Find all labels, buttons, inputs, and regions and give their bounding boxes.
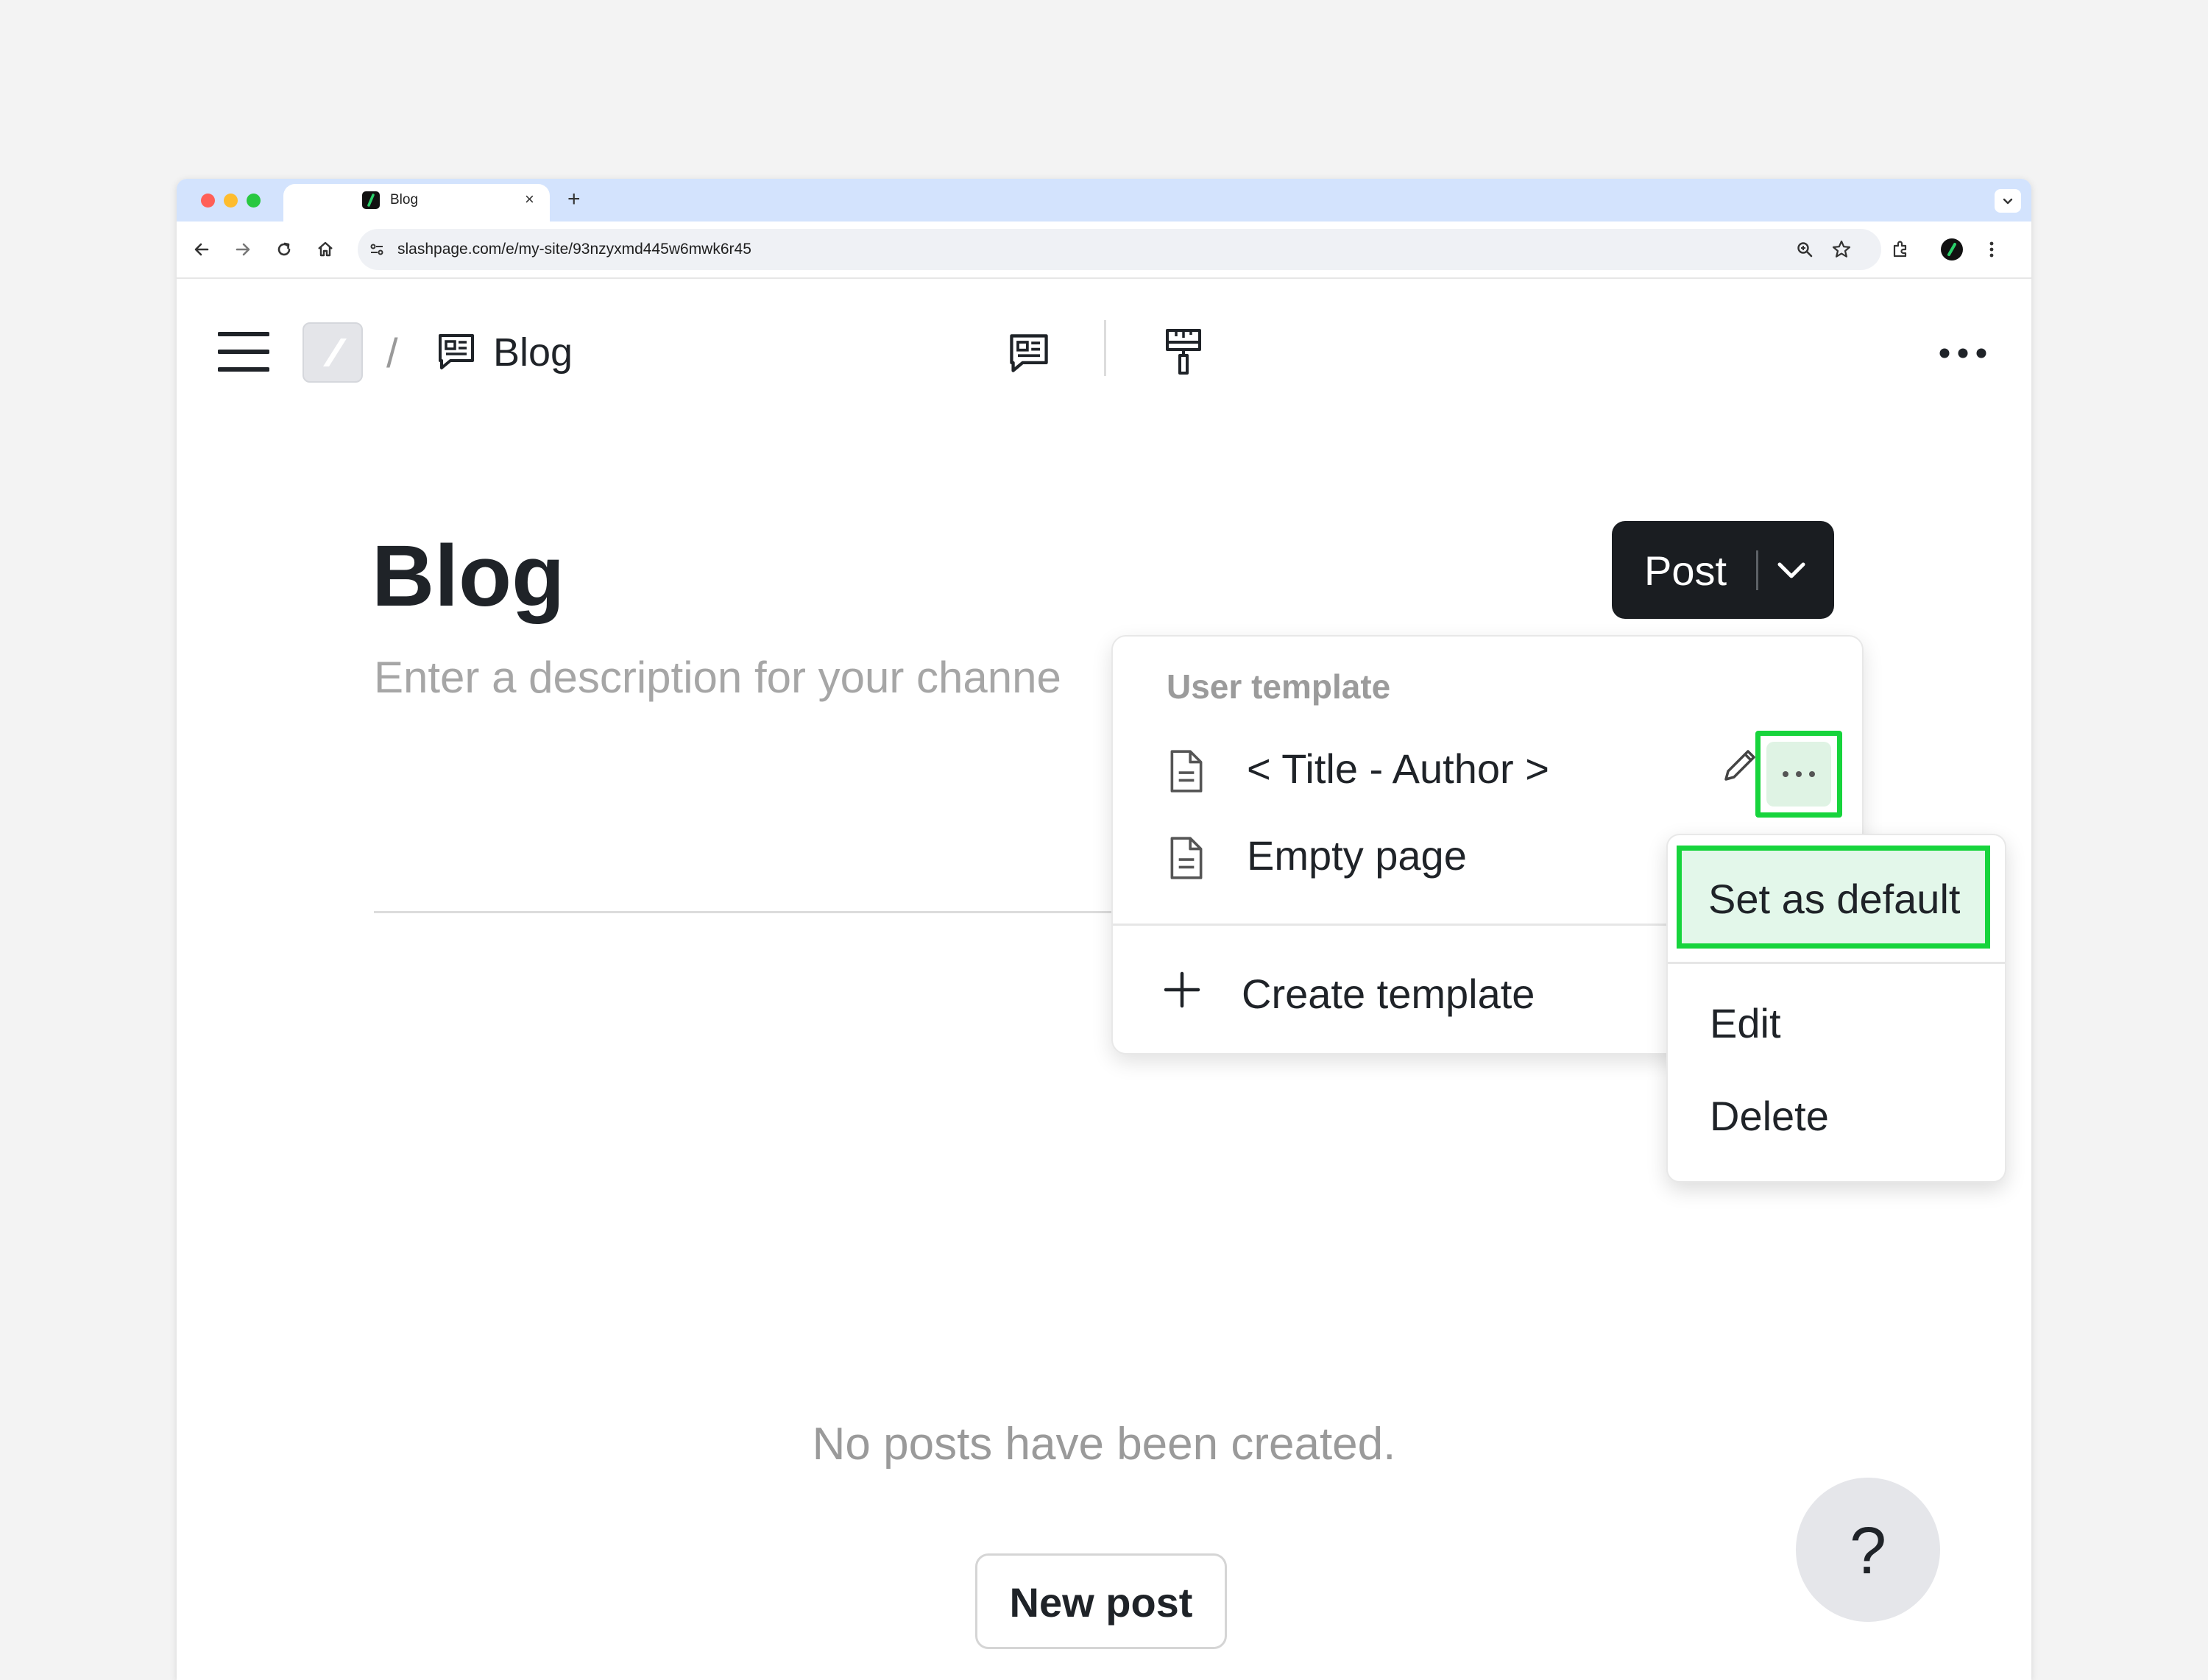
template-item-label: < Title - Author >: [1247, 745, 1549, 792]
chevron-down-icon: [2003, 198, 2013, 205]
header-divider: [1104, 320, 1106, 376]
ellipsis-icon: [1783, 771, 1815, 777]
new-tab-button[interactable]: +: [567, 186, 581, 213]
reload-icon[interactable]: [272, 238, 296, 261]
template-more-button[interactable]: [1755, 731, 1842, 818]
more-options-icon[interactable]: [1937, 342, 1989, 364]
post-button[interactable]: Post: [1612, 521, 1834, 619]
plus-icon[interactable]: [1161, 969, 1203, 1010]
slashpage-favicon-icon: [362, 191, 380, 209]
post-button-label: Post: [1644, 547, 1727, 594]
tab-search-button[interactable]: [1995, 189, 2021, 213]
tab-close-icon[interactable]: ×: [525, 189, 534, 210]
document-icon: [1170, 750, 1203, 793]
set-as-default-option[interactable]: Set as default: [1677, 846, 1990, 949]
profile-avatar-icon[interactable]: [1940, 238, 1964, 261]
create-template-button[interactable]: Create template: [1242, 971, 1535, 1018]
delete-option[interactable]: Delete: [1710, 1093, 1829, 1140]
post-button-separator: [1756, 550, 1758, 590]
close-window-button[interactable]: [201, 194, 215, 208]
tab-title: Blog: [390, 192, 419, 208]
empty-state-message: No posts have been created.: [812, 1419, 1396, 1470]
home-icon[interactable]: [314, 238, 337, 261]
site-logo[interactable]: [302, 322, 363, 383]
paint-style-icon[interactable]: [1160, 326, 1207, 378]
extensions-icon[interactable]: [1889, 238, 1912, 261]
browser-window: Blog × + slashpage.com/e/my-site/93nzyxm…: [177, 179, 2031, 1680]
help-button[interactable]: ?: [1796, 1478, 1940, 1622]
breadcrumb-channel-title[interactable]: Blog: [493, 329, 573, 376]
chevron-down-icon[interactable]: [1775, 558, 1808, 583]
tab-strip: Blog × +: [177, 179, 2031, 221]
description-input[interactable]: Enter a description for your channe: [374, 650, 1061, 706]
hamburger-menu-icon[interactable]: [218, 330, 269, 374]
new-post-button[interactable]: New post: [975, 1553, 1227, 1649]
board-view-icon[interactable]: [1005, 330, 1052, 377]
template-context-menu: Set as default Edit Delete: [1666, 834, 2006, 1183]
pencil-edit-icon[interactable]: [1720, 745, 1760, 785]
forward-icon[interactable]: [231, 238, 255, 261]
browser-toolbar: slashpage.com/e/my-site/93nzyxmd445w6mwk…: [177, 221, 2031, 279]
zoom-icon[interactable]: [1793, 238, 1816, 261]
document-icon: [1170, 837, 1203, 879]
bookmark-star-icon[interactable]: [1830, 238, 1853, 261]
help-question-icon: ?: [1849, 1514, 1887, 1588]
maximize-window-button[interactable]: [247, 194, 261, 208]
template-item-label: Empty page: [1247, 832, 1467, 879]
template-section-heading: User template: [1167, 667, 1391, 706]
channel-board-icon: [434, 330, 478, 374]
set-as-default-label: Set as default: [1708, 876, 1961, 922]
new-post-button-label: New post: [1009, 1579, 1193, 1626]
minimize-window-button[interactable]: [224, 194, 238, 208]
breadcrumb-separator: /: [386, 330, 398, 376]
edit-option[interactable]: Edit: [1710, 1000, 1781, 1047]
page-title[interactable]: Blog: [372, 525, 565, 628]
context-menu-divider: [1668, 962, 2005, 964]
site-info-icon[interactable]: [365, 238, 389, 261]
browser-menu-icon[interactable]: [1980, 238, 2003, 261]
back-icon[interactable]: [190, 238, 213, 261]
url-text: slashpage.com/e/my-site/93nzyxmd445w6mwk…: [397, 241, 751, 258]
